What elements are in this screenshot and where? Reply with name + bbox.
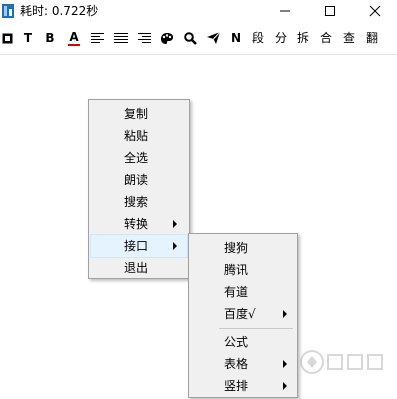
align-left-icon[interactable] <box>90 29 104 47</box>
translate-button[interactable]: 翻 <box>365 29 379 47</box>
submenu-item-formula[interactable]: 公式 <box>189 331 297 353</box>
submenu-item-baidu[interactable]: 百度√ <box>189 303 297 325</box>
menu-item-label: 竖排 <box>224 379 249 393</box>
search-icon[interactable] <box>183 29 197 47</box>
submenu-arrow-icon <box>283 310 287 318</box>
align-center-icon[interactable] <box>114 29 128 47</box>
font-color-glyph: A <box>69 30 79 44</box>
close-icon <box>369 5 381 17</box>
maximize-button[interactable] <box>315 0 345 22</box>
menu-item-label: 全选 <box>124 151 149 165</box>
menu-item-search[interactable]: 搜索 <box>89 191 189 213</box>
maximize-icon <box>325 6 335 16</box>
merge-button[interactable]: 合 <box>319 29 333 47</box>
menu-item-label: 腾讯 <box>224 263 249 277</box>
split-button[interactable]: 分 <box>274 29 288 47</box>
unpack-button[interactable]: 拆 <box>296 29 310 47</box>
palette-icon[interactable] <box>160 29 174 47</box>
menu-item-label: 公式 <box>224 335 249 349</box>
menu-item-exit[interactable]: 退出 <box>89 257 189 279</box>
menu-item-label: 表格 <box>224 357 249 371</box>
menu-item-label: 朗读 <box>124 173 149 187</box>
menu-item-copy[interactable]: 复制 <box>89 103 189 125</box>
submenu-item-tencent[interactable]: 腾讯 <box>189 259 297 281</box>
menu-item-label: 搜狗 <box>224 241 249 255</box>
menu-item-interface[interactable]: 接口 <box>90 234 188 258</box>
n-button[interactable]: N <box>230 29 242 47</box>
minimize-button[interactable] <box>270 0 300 22</box>
menu-item-label: 搜索 <box>124 195 149 209</box>
menu-item-label: 百度√ <box>224 307 256 321</box>
stop-icon[interactable] <box>0 29 14 47</box>
title-bar: 耗时: 0.722秒 <box>0 0 397 22</box>
font-color-button[interactable]: A <box>67 29 81 47</box>
menu-item-label: 粘贴 <box>124 129 149 143</box>
lookup-button[interactable]: 查 <box>342 29 356 47</box>
text-tool-button[interactable]: T <box>22 29 34 47</box>
app-icon <box>2 3 14 18</box>
window-title: 耗时: 0.722秒 <box>20 4 99 18</box>
align-justify-icon[interactable] <box>137 29 151 47</box>
menu-item-label: 有道 <box>224 285 249 299</box>
toolbar: T B A N 段 分 拆 合 查 翻 <box>0 22 397 55</box>
menu-item-label: 接口 <box>124 239 149 253</box>
submenu-item-youdao[interactable]: 有道 <box>189 281 297 303</box>
font-color-underline <box>68 44 80 46</box>
paragraph-button[interactable]: 段 <box>251 29 265 47</box>
menu-item-paste[interactable]: 粘贴 <box>89 125 189 147</box>
submenu-arrow-icon <box>173 220 177 228</box>
menu-item-label: 退出 <box>124 261 149 275</box>
bold-button[interactable]: B <box>44 29 56 47</box>
interface-submenu: 搜狗 腾讯 有道 百度√ 公式 表格 竖排 <box>188 233 298 398</box>
menu-separator <box>219 328 293 329</box>
submenu-arrow-icon <box>283 360 287 368</box>
send-icon[interactable] <box>206 29 220 47</box>
watermark-logo <box>298 347 388 377</box>
menu-item-convert[interactable]: 转换 <box>89 213 189 235</box>
minimize-icon <box>280 10 290 12</box>
menu-item-label: 复制 <box>124 107 149 121</box>
menu-item-read-aloud[interactable]: 朗读 <box>89 169 189 191</box>
submenu-item-table[interactable]: 表格 <box>189 353 297 375</box>
close-button[interactable] <box>360 0 390 22</box>
submenu-arrow-icon <box>283 382 287 390</box>
context-menu: 复制 粘贴 全选 朗读 搜索 转换 接口 退出 <box>88 99 190 279</box>
menu-item-select-all[interactable]: 全选 <box>89 147 189 169</box>
submenu-item-sogou[interactable]: 搜狗 <box>189 237 297 259</box>
submenu-item-vertical[interactable]: 竖排 <box>189 375 297 397</box>
submenu-arrow-icon <box>173 242 177 250</box>
menu-item-label: 转换 <box>124 217 149 231</box>
